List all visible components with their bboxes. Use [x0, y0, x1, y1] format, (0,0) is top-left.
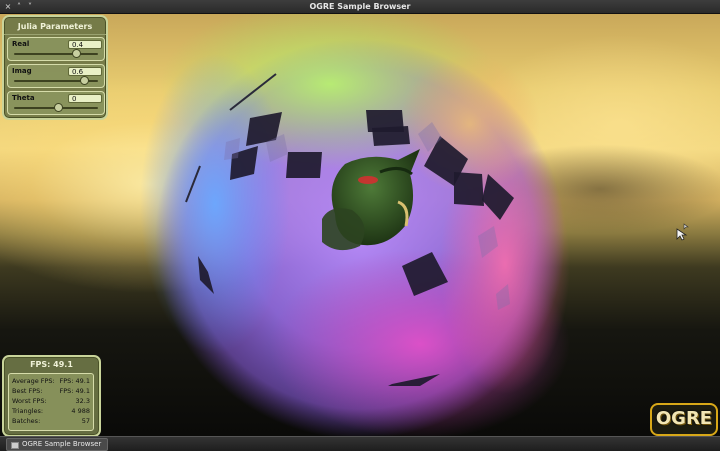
- slider-label: Real: [12, 40, 30, 48]
- fractal-orange-region: [400, 54, 540, 194]
- fps-readout: FPS: 49.1: [30, 360, 73, 369]
- window-titlebar[interactable]: × ˄ ˅ OGRE Sample Browser: [0, 0, 720, 14]
- slider-real[interactable]: Real 0.4: [7, 37, 105, 61]
- julia-parameters-panel: Julia Parameters Real 0.4 Imag 0.6 Theta…: [2, 15, 108, 120]
- stats-row: Best FPS: FPS: 49.1: [12, 387, 90, 396]
- slider-imag[interactable]: Imag 0.6: [7, 64, 105, 88]
- julia-fractal-scene: [140, 14, 570, 436]
- stats-key: Triangles:: [12, 407, 44, 415]
- slider-thumb[interactable]: [80, 76, 89, 85]
- slider-thumb[interactable]: [72, 49, 81, 58]
- slider-value: 0.4: [68, 40, 102, 49]
- slider-label: Imag: [12, 67, 32, 75]
- panel-title: Julia Parameters: [4, 20, 106, 35]
- stats-row: Worst FPS: 32.3: [12, 397, 90, 406]
- floating-panel: [286, 152, 322, 178]
- floating-panel: [372, 126, 410, 146]
- taskbar-item-label: OGRE Sample Browser: [22, 440, 102, 448]
- slider-value: 0.6: [68, 67, 102, 76]
- slider-label: Theta: [12, 94, 35, 102]
- mouse-cursor-shadow-icon: [683, 223, 689, 230]
- stats-key: Average FPS:: [12, 377, 55, 385]
- stats-value: FPS: 49.1: [59, 387, 90, 395]
- slider-track[interactable]: [14, 53, 98, 55]
- slider-theta[interactable]: Theta 0: [7, 91, 105, 115]
- slider-value: 0: [68, 94, 102, 103]
- stats-row: Average FPS: FPS: 49.1: [12, 377, 90, 386]
- stats-value: FPS: 49.1: [59, 377, 90, 385]
- stats-row: Triangles: 4 988: [12, 407, 90, 416]
- stats-value: 32.3: [75, 397, 90, 405]
- stats-value: 57: [81, 417, 90, 425]
- taskbar-item-ogre-sample-browser[interactable]: OGRE Sample Browser: [6, 438, 108, 451]
- stats-detail-box: Average FPS: FPS: 49.1 Best FPS: FPS: 49…: [8, 373, 94, 431]
- stats-value: 4 988: [71, 407, 90, 415]
- render-viewport[interactable]: [0, 14, 720, 436]
- slider-thumb[interactable]: [54, 103, 63, 112]
- stats-key: Batches:: [12, 417, 41, 425]
- stats-key: Best FPS:: [12, 387, 43, 395]
- taskbar: OGRE Sample Browser: [0, 436, 720, 451]
- stats-panel[interactable]: FPS: 49.1 Average FPS: FPS: 49.1 Best FP…: [2, 355, 101, 437]
- window-title: OGRE Sample Browser: [309, 2, 411, 11]
- floating-panel: [454, 172, 484, 206]
- fractal-blue-region: [140, 54, 290, 354]
- app-window-icon: [11, 442, 19, 449]
- stats-key: Worst FPS:: [12, 397, 47, 405]
- ogre-logo: OGRE: [650, 403, 718, 436]
- stats-row: Batches: 57: [12, 417, 90, 426]
